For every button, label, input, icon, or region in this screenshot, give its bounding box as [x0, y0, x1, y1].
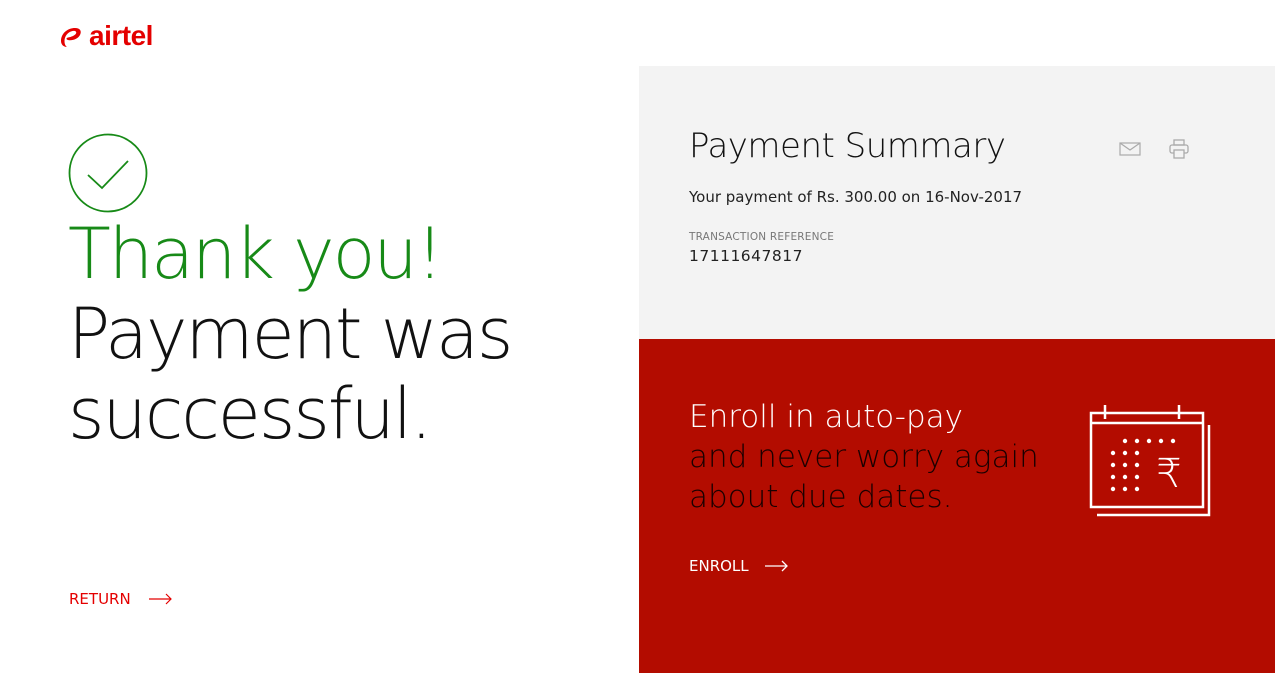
autopay-line-1: Enroll in auto-pay — [689, 399, 964, 435]
enroll-link[interactable]: ENROLL — [689, 557, 789, 575]
autopay-line-2: and never worry again — [689, 439, 1039, 475]
svg-text:₹: ₹ — [1156, 451, 1181, 497]
calendar-rupee-icon: ₹ — [1089, 405, 1211, 517]
arrow-right-icon — [148, 593, 172, 605]
payment-amount-line: Your payment of Rs. 300.00 on 16-Nov-201… — [689, 188, 1023, 206]
airtel-logo-text: airtel — [89, 20, 153, 51]
autopay-promo-panel: Enroll in auto-pay and never worry again… — [639, 339, 1275, 673]
enroll-label: ENROLL — [689, 557, 749, 575]
airtel-logo-icon — [61, 28, 81, 47]
print-icon — [1169, 139, 1189, 159]
transaction-reference-label: TRANSACTION REFERENCE — [689, 231, 835, 243]
autopay-line-3: about due dates. — [689, 479, 953, 515]
email-button[interactable] — [1117, 136, 1143, 162]
airtel-logo[interactable]: airtel — [58, 22, 153, 50]
autopay-heading: Enroll in auto-pay and never worry again… — [689, 397, 1039, 517]
print-button[interactable] — [1166, 136, 1192, 162]
return-label: RETURN — [69, 590, 131, 608]
check-circle-icon — [68, 133, 148, 213]
arrow-right-icon — [764, 560, 788, 572]
summary-title: Payment Summary — [689, 126, 1006, 166]
mail-icon — [1119, 142, 1141, 156]
transaction-reference-value: 17111647817 — [689, 247, 803, 265]
payment-successful-text: Payment was successful. — [68, 293, 513, 455]
return-link[interactable]: RETURN — [69, 590, 173, 608]
success-heading: Thank you! Payment was successful. — [68, 214, 588, 454]
thank-you-text: Thank you! — [68, 213, 444, 295]
payment-summary-panel: Payment Summary Your payment of Rs. 300.… — [639, 66, 1275, 339]
